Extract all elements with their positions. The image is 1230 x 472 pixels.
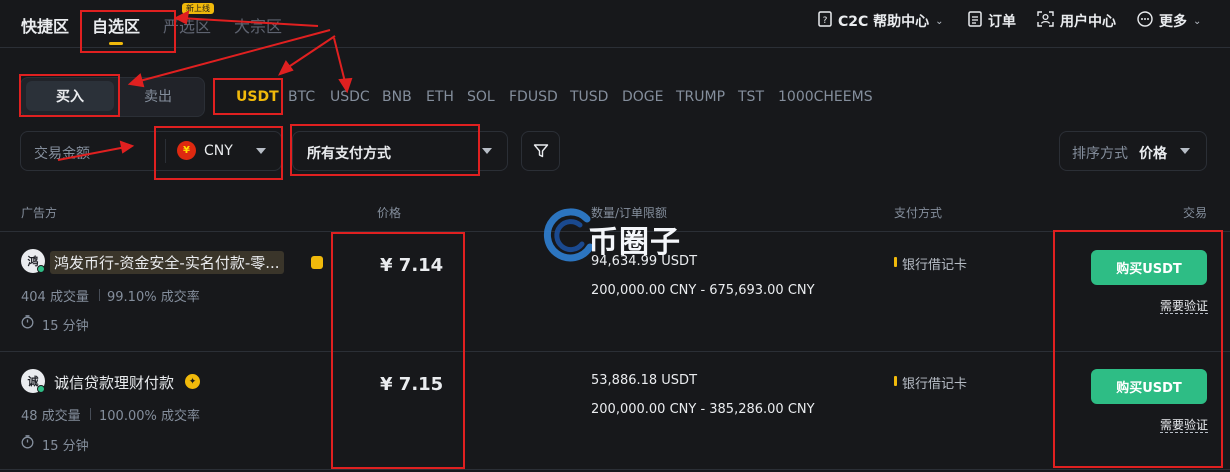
annotation-arrows <box>57 10 353 161</box>
